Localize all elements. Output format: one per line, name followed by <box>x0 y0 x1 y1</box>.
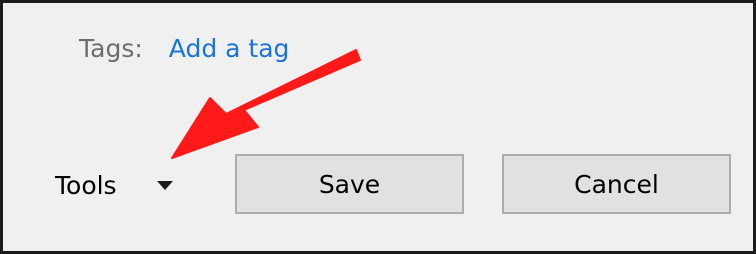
dialog-panel: Tags: Add a tag Tools Save Cancel <box>0 0 756 254</box>
chevron-down-icon[interactable] <box>156 180 173 190</box>
tools-dropdown[interactable]: Tools <box>55 165 173 205</box>
add-tag-link[interactable]: Add a tag <box>169 34 290 63</box>
tools-label: Tools <box>55 170 117 200</box>
save-button[interactable]: Save <box>235 154 464 214</box>
cancel-button[interactable]: Cancel <box>502 154 731 214</box>
tags-row: Tags: Add a tag <box>79 29 289 69</box>
tags-label: Tags: <box>79 34 143 63</box>
